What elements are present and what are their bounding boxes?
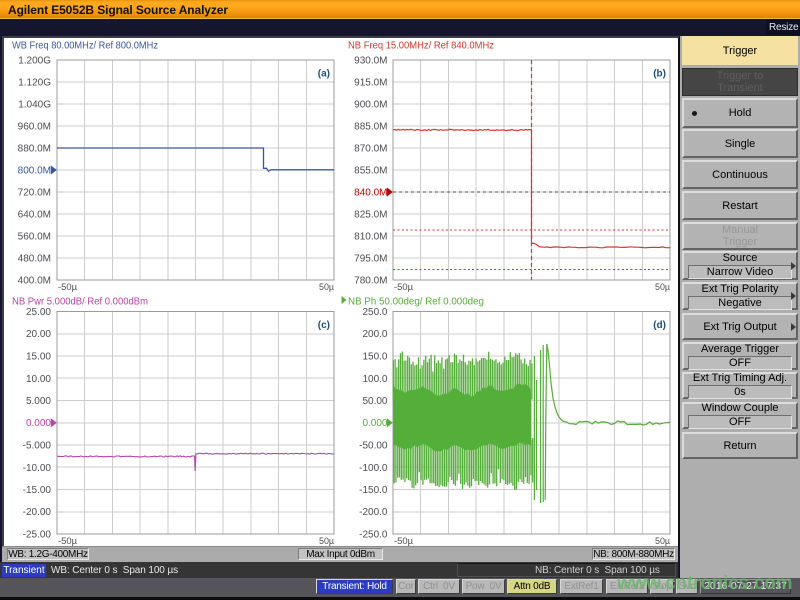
svg-text:(b): (b)	[653, 69, 666, 80]
svg-text:1.120G: 1.120G	[18, 78, 51, 89]
svg-text:50µ: 50µ	[319, 282, 334, 293]
svg-text:560.0M: 560.0M	[18, 232, 51, 243]
svg-text:25.00: 25.00	[26, 307, 51, 318]
svg-text:780.0M: 780.0M	[354, 276, 387, 287]
svg-text:50.00: 50.00	[362, 396, 387, 407]
svg-text:(d): (d)	[653, 320, 666, 331]
svg-text:100.0: 100.0	[362, 374, 387, 385]
svg-text:-250.0: -250.0	[359, 530, 388, 541]
svg-text:1.040G: 1.040G	[18, 100, 51, 111]
svg-text:20.00: 20.00	[26, 329, 51, 340]
svg-text:480.0M: 480.0M	[18, 254, 51, 265]
svg-text:915.0M: 915.0M	[354, 78, 387, 89]
svg-text:800.0M: 800.0M	[18, 166, 51, 177]
svg-text:0.000: 0.000	[26, 418, 51, 429]
svg-text:825.0M: 825.0M	[354, 210, 387, 221]
svg-text:-50µ: -50µ	[394, 282, 413, 293]
svg-text:-50µ: -50µ	[58, 282, 77, 293]
svg-text:10.00: 10.00	[26, 374, 51, 385]
svg-text:1.200G: 1.200G	[18, 56, 51, 67]
svg-text:960.0M: 960.0M	[18, 122, 51, 133]
svg-text:-15.00: -15.00	[23, 485, 52, 496]
svg-text:NB Pwr 5.000dB/ Ref 0.000dBm: NB Pwr 5.000dB/ Ref 0.000dBm	[12, 297, 148, 308]
svg-text:(a): (a)	[318, 69, 330, 80]
svg-text:880.0M: 880.0M	[18, 144, 51, 155]
svg-text:150.0: 150.0	[362, 352, 387, 363]
svg-text:720.0M: 720.0M	[18, 188, 51, 199]
svg-text:NB Freq 15.00MHz/ Ref 840.0MHz: NB Freq 15.00MHz/ Ref 840.0MHz	[348, 41, 494, 52]
svg-text:-5.000: -5.000	[23, 441, 52, 452]
svg-text:840.0M: 840.0M	[354, 188, 387, 199]
svg-text:795.0M: 795.0M	[354, 254, 387, 265]
svg-text:640.0M: 640.0M	[18, 210, 51, 221]
svg-text:-100.0: -100.0	[359, 463, 388, 474]
svg-text:15.00: 15.00	[26, 352, 51, 363]
svg-text:WB Freq 80.00MHz/ Ref 800.0MHz: WB Freq 80.00MHz/ Ref 800.0MHz	[12, 41, 158, 52]
svg-text:870.0M: 870.0M	[354, 144, 387, 155]
svg-text:5.000: 5.000	[26, 396, 51, 407]
svg-text:-25.00: -25.00	[23, 530, 52, 541]
svg-text:900.0M: 900.0M	[354, 100, 387, 111]
svg-text:885.0M: 885.0M	[354, 122, 387, 133]
svg-text:-10.00: -10.00	[23, 463, 52, 474]
svg-text:810.0M: 810.0M	[354, 232, 387, 243]
svg-text:0.000: 0.000	[362, 418, 387, 429]
svg-text:NB Ph 50.00deg/ Ref 0.000deg: NB Ph 50.00deg/ Ref 0.000deg	[348, 297, 484, 308]
svg-text:930.0M: 930.0M	[354, 56, 387, 67]
svg-text:-50.00: -50.00	[359, 441, 388, 452]
svg-text:-20.00: -20.00	[23, 507, 52, 518]
svg-text:-200.0: -200.0	[359, 507, 388, 518]
svg-text:50µ: 50µ	[655, 282, 670, 293]
svg-text:200.0: 200.0	[362, 329, 387, 340]
svg-text:-150.0: -150.0	[359, 485, 388, 496]
svg-text:(c): (c)	[318, 320, 330, 331]
svg-text:400.0M: 400.0M	[18, 276, 51, 287]
svg-text:855.0M: 855.0M	[354, 166, 387, 177]
svg-text:250.0: 250.0	[362, 307, 387, 318]
